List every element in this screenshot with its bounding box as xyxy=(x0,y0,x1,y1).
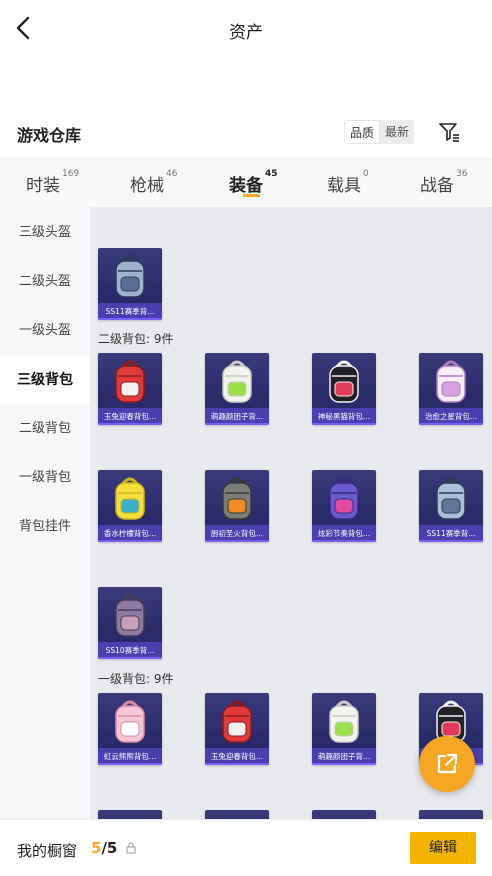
item-rarity-bar xyxy=(312,540,376,542)
active-tab-indicator xyxy=(243,194,260,197)
item-card[interactable]: SS10赛季背... xyxy=(98,587,162,659)
tab-guns-count: 46 xyxy=(166,169,178,179)
assets-page: 资产 游戏仓库 品质 最新 时装169 枪械46 装备45 载具0 战备36 三… xyxy=(0,0,492,876)
item-rarity-bar xyxy=(205,540,269,542)
warehouse-header: 游戏仓库 品质 最新 xyxy=(0,118,492,148)
external-link-icon xyxy=(437,753,458,774)
showcase-count-total: 5 xyxy=(106,839,118,857)
top-bar: 资产 xyxy=(0,0,492,58)
backpack-blackcat-icon xyxy=(329,360,359,403)
item-rarity-bar xyxy=(98,763,162,765)
item-rarity-bar xyxy=(98,540,162,542)
item-rarity-bar xyxy=(98,423,162,425)
tab-fashion-count: 169 xyxy=(62,169,80,179)
item-rarity-bar xyxy=(312,423,376,425)
tab-fashion[interactable]: 时装169 xyxy=(26,169,80,196)
item-card-partial[interactable] xyxy=(98,810,162,819)
backpack-pink-icon xyxy=(436,360,466,403)
sort-quality-button[interactable]: 品质 xyxy=(344,120,381,144)
backpack-red-icon xyxy=(115,360,145,403)
bottom-bar: 我的橱窗 5/5 编辑 xyxy=(0,819,492,876)
item-card[interactable]: SS11赛季背... xyxy=(419,470,483,542)
sidebar: 三级头盔 二级头盔 一级头盔 三级背包 二级背包 一级背包 背包挂件 xyxy=(0,207,90,819)
sidebar-item-backpack-1[interactable]: 一级背包 xyxy=(0,454,90,502)
lock-icon xyxy=(126,842,136,854)
warehouse-title: 游戏仓库 xyxy=(17,126,82,145)
tab-supplies-label: 战备 xyxy=(420,176,454,196)
category-tabs: 时装169 枪械46 装备45 载具0 战备36 xyxy=(0,157,492,207)
tab-vehicles-label: 载具 xyxy=(327,176,361,196)
backpack-colorful-icon xyxy=(329,477,359,520)
filter-icon[interactable] xyxy=(437,120,461,144)
item-card[interactable]: 神秘黑猫背包... xyxy=(312,353,376,425)
backpack-torch-icon xyxy=(222,477,252,520)
item-card-partial[interactable] xyxy=(205,810,269,819)
item-rarity-bar xyxy=(205,763,269,765)
backpack-cloudbear-icon xyxy=(115,700,145,743)
tab-supplies-count: 36 xyxy=(456,169,468,179)
backpack-lemon-icon xyxy=(115,477,145,520)
sidebar-item-backpack-3[interactable]: 三级背包 xyxy=(0,356,90,404)
section-label-level2: 二级背包: 9件 xyxy=(98,332,174,346)
item-card[interactable]: 厨初圣火背包... xyxy=(205,470,269,542)
tab-vehicles[interactable]: 载具0 xyxy=(327,169,369,196)
item-card[interactable]: 治愈之星背包... xyxy=(419,353,483,425)
tab-guns-label: 枪械 xyxy=(130,176,164,196)
backpack-season10-icon xyxy=(115,594,145,637)
item-rarity-bar xyxy=(312,763,376,765)
backpack-bunny-icon xyxy=(222,360,252,403)
backpack-season11-icon xyxy=(436,477,466,520)
sidebar-item-backpack-2[interactable]: 二级背包 xyxy=(0,405,90,453)
item-card[interactable]: 玉兔迎春背包... xyxy=(98,353,162,425)
showcase-label: 我的橱窗 xyxy=(17,842,78,860)
tab-equipment[interactable]: 装备45 xyxy=(229,169,278,196)
item-card-partial[interactable] xyxy=(312,810,376,819)
item-card[interactable]: 玉兔迎春背包... xyxy=(205,693,269,765)
page-title: 资产 xyxy=(229,23,263,43)
item-rarity-bar xyxy=(419,540,483,542)
share-fab[interactable] xyxy=(419,736,475,792)
item-rarity-bar xyxy=(98,318,162,320)
tab-equipment-count: 45 xyxy=(265,169,278,179)
tab-supplies[interactable]: 战备36 xyxy=(420,169,468,196)
sort-toggle: 品质 最新 xyxy=(344,120,415,144)
showcase-count: 5/5 xyxy=(91,839,117,857)
showcase-count-current: 5 xyxy=(91,839,102,857)
tab-vehicles-count: 0 xyxy=(363,169,369,179)
tab-fashion-label: 时装 xyxy=(26,176,60,196)
backpack-stars-icon xyxy=(115,255,145,298)
tab-guns[interactable]: 枪械46 xyxy=(130,169,178,196)
item-card[interactable]: 虹云熊熊背包... xyxy=(98,693,162,765)
items-grid: SS11赛季背... 二级背包: 9件玉兔迎春背包... 萌趣颜团子背... 神秘黑猫… xyxy=(90,207,492,819)
item-card-partial[interactable] xyxy=(419,810,483,819)
backpack-bunny-icon xyxy=(329,700,359,743)
item-card[interactable]: 炫彩节奏背包... xyxy=(312,470,376,542)
tab-equipment-label: 装备 xyxy=(229,176,263,196)
item-rarity-bar xyxy=(419,423,483,425)
item-rarity-bar xyxy=(98,657,162,659)
sidebar-item-pendant[interactable]: 背包挂件 xyxy=(0,503,90,551)
sidebar-item-helmet-2[interactable]: 二级头盔 xyxy=(0,258,90,306)
item-rarity-bar xyxy=(205,423,269,425)
backpack-red-icon xyxy=(222,700,252,743)
sort-latest-button[interactable]: 最新 xyxy=(380,120,415,144)
sidebar-item-helmet-1[interactable]: 一级头盔 xyxy=(0,307,90,355)
section-label-level1: 一级背包: 9件 xyxy=(98,672,174,686)
sidebar-item-helmet-3[interactable]: 三级头盔 xyxy=(0,209,90,257)
item-card[interactable]: 萌趣颜团子背... xyxy=(205,353,269,425)
edit-button[interactable]: 编辑 xyxy=(410,832,476,864)
item-card[interactable]: 香水柠檬背包... xyxy=(98,470,162,542)
item-card[interactable]: SS11赛季背... xyxy=(98,248,162,320)
item-card[interactable]: 萌趣颜团子背... xyxy=(312,693,376,765)
